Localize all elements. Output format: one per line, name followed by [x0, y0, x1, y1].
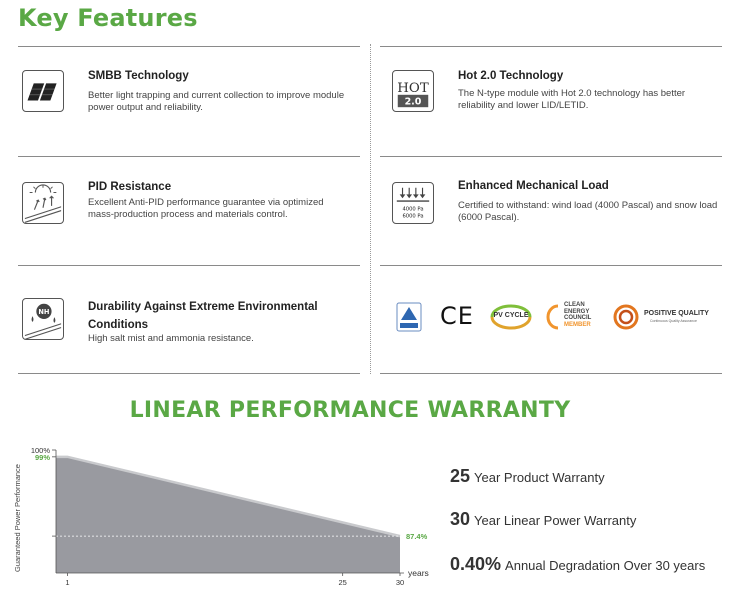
stat-value: 25	[450, 466, 471, 486]
feature-title-mechanical: Enhanced Mechanical Load	[458, 180, 609, 192]
solar-panel-icon	[22, 70, 64, 112]
load-value-2: 6000 Pa	[402, 213, 423, 219]
stat-label: Annual Degradation Over 30 years	[505, 558, 706, 573]
stat-value: 0.40%	[450, 554, 502, 574]
feature-desc-pid: Excellent Anti-PID performance guarantee…	[88, 197, 324, 220]
feature-title-hot: Hot 2.0 Technology	[458, 70, 564, 82]
x-tick-label: 25	[338, 578, 346, 587]
ammonia-drops-icon: NH	[22, 298, 64, 340]
cec-line: COUNCIL	[564, 315, 592, 321]
warranty-stat-linear: 30 Year Linear Power Warranty	[450, 509, 636, 530]
clean-energy-council-logo: CLEAN ENERGY COUNCIL MEMBER	[546, 302, 602, 332]
tuv-certification-logo	[396, 302, 422, 332]
key-features-title: Key Features	[18, 4, 198, 32]
positive-quality-logo: POSITIVE QUALITY Continuous Quality Assu…	[612, 302, 724, 332]
x-tick-label: 30	[396, 578, 404, 587]
divider	[18, 265, 360, 266]
pv-cycle-text: PV CYCLE	[493, 312, 529, 319]
warranty-title: LINEAR PERFORMANCE WARRANTY	[129, 398, 571, 423]
positive-quality-text: POSITIVE QUALITY	[644, 310, 709, 317]
feature-title-pid: PID Resistance	[88, 181, 172, 193]
chart-xlabel: years	[408, 568, 429, 578]
mechanical-load-icon: 4000 Pa 6000 Pa	[392, 182, 434, 224]
feature-title-smbb: SMBB Technology	[88, 70, 189, 82]
nh-label: NH	[38, 308, 49, 316]
ce-mark-text: CE	[440, 302, 474, 330]
sun-resistance-icon	[22, 182, 64, 224]
hot-badge-icon: HOT 2.0	[392, 70, 434, 112]
warranty-chart: Guaranteed Power Performance 100% 99% 87…	[13, 446, 429, 587]
stat-value: 30	[450, 509, 471, 529]
load-value-1: 4000 Pa	[402, 207, 423, 213]
divider	[18, 373, 360, 374]
annotation-end: 87.4%	[406, 532, 428, 541]
column-divider	[370, 44, 371, 374]
divider	[380, 46, 722, 47]
feature-desc-mechanical: Certified to withstand: wind load (4000 …	[458, 200, 718, 223]
feature-desc-hot: The N-type module with Hot 2.0 technolog…	[458, 88, 686, 111]
warranty-stat-product: 25 Year Product Warranty	[450, 466, 605, 487]
stat-label: Year Linear Power Warranty	[474, 513, 637, 528]
chart-ylabel: Guaranteed Power Performance	[13, 464, 22, 572]
divider	[380, 373, 722, 374]
x-tick-label: 1	[65, 578, 69, 587]
feature-desc-durability: High salt mist and ammonia resistance.	[88, 333, 254, 344]
positive-quality-subtext: Continuous Quality Assurance	[650, 319, 697, 323]
divider	[380, 265, 722, 266]
stat-label: Year Product Warranty	[474, 470, 605, 485]
ce-mark-logo: CE	[440, 302, 476, 332]
warranty-area	[56, 456, 400, 573]
cec-line: MEMBER	[564, 321, 591, 328]
hot-badge-bottom: 2.0	[405, 96, 422, 107]
feature-title-durability: Durability Against Extreme Environmental…	[88, 301, 318, 331]
divider	[380, 156, 722, 157]
warranty-stat-degradation: 0.40% Annual Degradation Over 30 years	[450, 554, 705, 575]
divider	[18, 46, 360, 47]
hot-badge-top: HOT	[397, 81, 429, 96]
annotation-start: 99%	[35, 453, 50, 462]
divider	[18, 156, 360, 157]
pv-cycle-logo: PV CYCLE	[488, 303, 534, 331]
feature-desc-smbb: Better light trapping and current collec…	[88, 90, 345, 113]
